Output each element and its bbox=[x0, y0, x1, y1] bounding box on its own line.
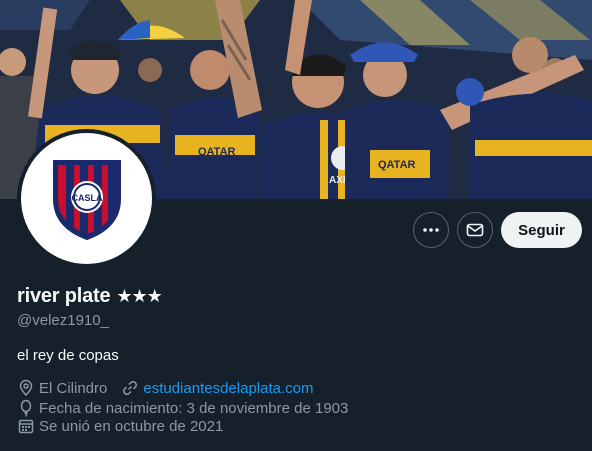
profile-meta-joined: Se unió en octubre de 2021 bbox=[17, 417, 223, 435]
balloon-icon bbox=[17, 399, 35, 417]
profile-meta-birth: Fecha de nacimiento: 3 de noviembre de 1… bbox=[17, 399, 348, 417]
more-dots-icon bbox=[423, 228, 439, 232]
profile-avatar[interactable]: CASLA bbox=[17, 129, 156, 268]
profile-birth-date: Fecha de nacimiento: 3 de noviembre de 1… bbox=[39, 399, 349, 417]
profile-location: El Cilindro bbox=[39, 379, 108, 397]
display-name: river plate bbox=[17, 285, 111, 307]
san-lorenzo-crest-icon: CASLA bbox=[52, 159, 121, 240]
profile-website-link[interactable]: estudiantesdelaplata.com bbox=[143, 380, 313, 397]
profile-bio: el rey de copas bbox=[17, 347, 119, 364]
message-button[interactable] bbox=[457, 212, 493, 248]
crest-logo-text: CASLA bbox=[71, 193, 102, 203]
profile-join-date: Se unió en octubre de 2021 bbox=[39, 417, 224, 435]
svg-text:QATAR: QATAR bbox=[378, 159, 416, 171]
link-icon bbox=[121, 379, 139, 397]
calendar-icon bbox=[17, 417, 35, 435]
name-stars: ★★★ bbox=[116, 286, 162, 306]
location-pin-icon bbox=[17, 379, 35, 397]
envelope-icon bbox=[466, 223, 484, 237]
display-name-row: river plate ★★★ bbox=[17, 285, 163, 308]
profile-meta-location-website: El Cilindro estudiantesdelaplata.com bbox=[17, 379, 313, 397]
profile-page: QATAR AXION QATAR CASLA Seguir river pla… bbox=[0, 0, 592, 451]
follow-button[interactable]: Seguir bbox=[501, 212, 582, 248]
user-handle: @velez1910_ bbox=[17, 312, 109, 329]
more-options-button[interactable] bbox=[413, 212, 449, 248]
svg-text:QATAR: QATAR bbox=[198, 146, 236, 158]
